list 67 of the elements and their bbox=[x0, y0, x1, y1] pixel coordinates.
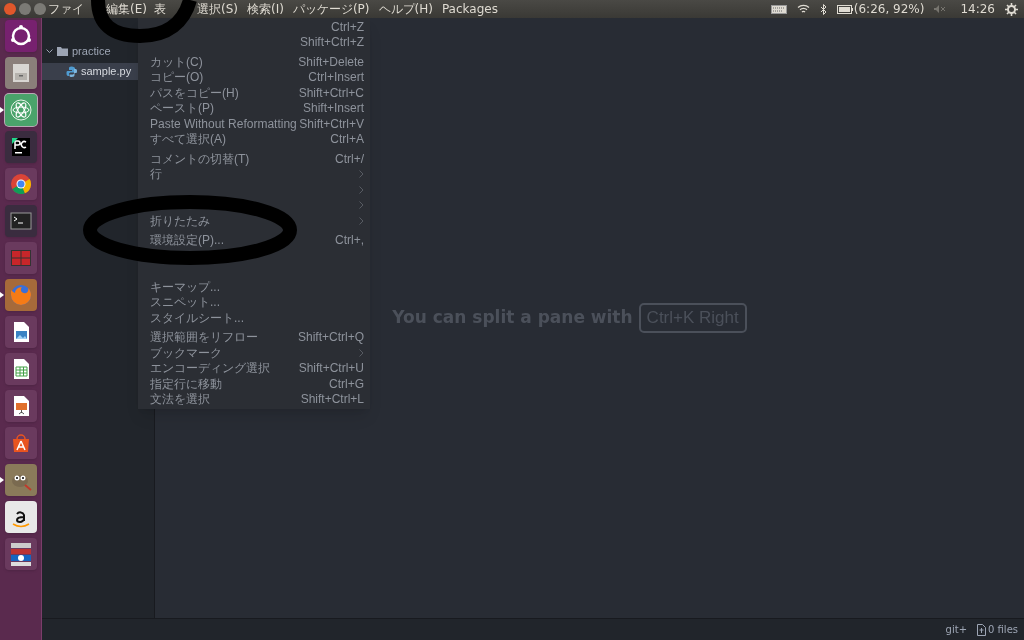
menu-item[interactable]: Paste Without Reformatting bbox=[150, 116, 297, 131]
shortcut-text: Ctrl+/ bbox=[335, 150, 364, 168]
menu-bar-item[interactable]: 選択(S) bbox=[197, 2, 238, 16]
shortcut-text: Shift+Ctrl+Q bbox=[297, 329, 364, 347]
launcher-button[interactable] bbox=[4, 390, 37, 422]
menu-item[interactable]: スタイルシート... bbox=[150, 310, 244, 325]
menu-item[interactable]: ブックマーク bbox=[150, 345, 222, 360]
bluetooth-icon[interactable] bbox=[819, 3, 827, 15]
menu-item[interactable]: 文法を選択 bbox=[150, 392, 210, 407]
menu-item[interactable]: ペースト(P) bbox=[150, 101, 214, 116]
launcher-button[interactable] bbox=[4, 464, 37, 496]
launcher-button[interactable] bbox=[4, 57, 37, 89]
file-icon bbox=[977, 623, 986, 636]
menu-item[interactable]: スニペット... bbox=[150, 295, 220, 310]
close-button[interactable] bbox=[4, 3, 16, 15]
shortcut-text: Ctrl+Z bbox=[331, 18, 364, 36]
shortcut-text: Ctrl+A bbox=[330, 131, 364, 149]
shortcut-text: Shift+Ctrl+C bbox=[298, 84, 364, 102]
clock[interactable]: 14:26 bbox=[960, 0, 995, 18]
shortcut-text: Shift+Ctrl+V bbox=[299, 115, 364, 133]
battery-status[interactable]: (6:26, 92%) bbox=[853, 0, 925, 18]
menu-item[interactable]: 選択範囲をリフロー bbox=[150, 330, 258, 345]
menu-bar-item[interactable]: 検索(I) bbox=[247, 2, 284, 16]
launcher-button[interactable] bbox=[4, 316, 37, 348]
menu-item[interactable]: キーマップ... bbox=[150, 279, 220, 294]
menu-item[interactable]: すべて選択(A) bbox=[150, 132, 226, 147]
shortcut-text: Shift+Delete bbox=[298, 53, 364, 71]
shortcut-text: Ctrl+, bbox=[335, 232, 364, 250]
folder-icon bbox=[57, 46, 68, 56]
menu-bar-item[interactable]: 表 bbox=[154, 2, 166, 16]
expand-caret-icon[interactable] bbox=[46, 48, 53, 54]
atom-icon bbox=[7, 97, 34, 123]
launcher-button[interactable] bbox=[4, 427, 37, 459]
menu-item[interactable]: 環境設定(P)... bbox=[150, 233, 224, 248]
launcher-button[interactable] bbox=[4, 20, 37, 52]
git-status[interactable]: git+ bbox=[945, 622, 967, 637]
minimize-button[interactable] bbox=[19, 3, 31, 15]
gear-icon[interactable] bbox=[1005, 2, 1018, 16]
launcher-button[interactable] bbox=[4, 538, 37, 570]
menu-bar-item[interactable]: パッケージ(P) bbox=[292, 2, 370, 16]
maximize-button[interactable] bbox=[34, 3, 46, 15]
shortcut-text: Shift+Ctrl+Z bbox=[299, 34, 364, 52]
launcher-button[interactable] bbox=[4, 353, 37, 385]
menu-item[interactable]: 折りたたみ bbox=[150, 213, 210, 228]
menu-item[interactable]: 行 bbox=[150, 167, 162, 182]
shortcut-text: Ctrl+Insert bbox=[308, 69, 364, 87]
menu-item[interactable]: コメントの切替(T) bbox=[150, 151, 250, 166]
shortcut-text: Shift+Ctrl+U bbox=[298, 360, 364, 378]
menu-bar-item[interactable]: ヘルプ(H) bbox=[378, 2, 433, 16]
launcher-button[interactable] bbox=[4, 168, 37, 200]
launcher-button[interactable] bbox=[4, 131, 37, 163]
keyboard-icon[interactable] bbox=[770, 4, 787, 14]
launcher-button[interactable] bbox=[4, 501, 37, 533]
wifi-icon[interactable] bbox=[796, 4, 810, 14]
shortcut-text: Shift+Insert bbox=[302, 100, 364, 118]
shortcut-text: Ctrl+G bbox=[329, 375, 364, 393]
shortcut-text: Shift+Ctrl+L bbox=[300, 391, 364, 409]
folder-name[interactable]: practice bbox=[72, 42, 111, 60]
menu-item[interactable]: 指定行に移動 bbox=[150, 376, 222, 391]
menu-bar-item[interactable]: Packages bbox=[441, 2, 498, 16]
battery-icon[interactable] bbox=[836, 4, 853, 14]
menu-item[interactable]: エンコーディング選択 bbox=[150, 361, 270, 376]
file-count[interactable]: 0 files bbox=[988, 622, 1018, 637]
menu-bar-item[interactable]: 編集(E) bbox=[106, 2, 147, 16]
menu-item[interactable]: パスをコピー(H) bbox=[150, 85, 239, 100]
python-file-icon bbox=[66, 66, 77, 77]
menu-bar-item[interactable]: ファイ bbox=[48, 2, 84, 16]
